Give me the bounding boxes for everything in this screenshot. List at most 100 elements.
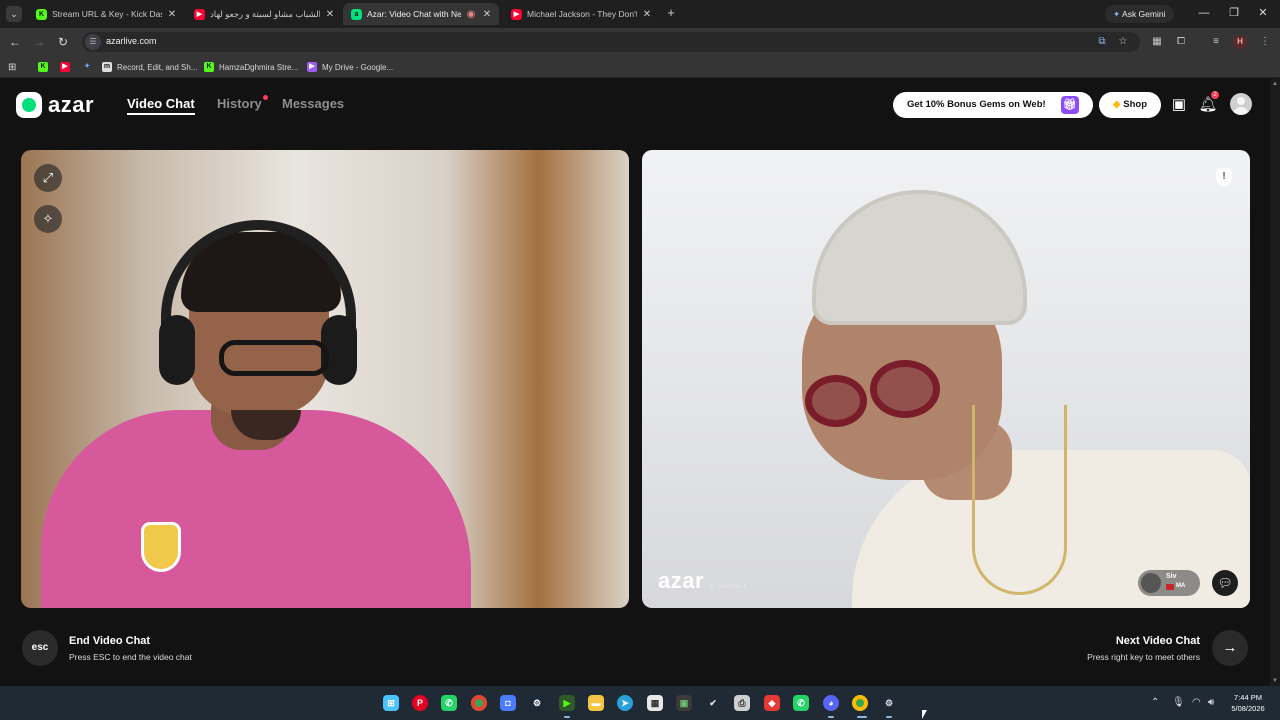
partner-sunglasses-right — [870, 360, 940, 418]
reading-list-icon[interactable]: ≡ — [1209, 35, 1223, 49]
bookmark-youtube[interactable]: ▶ — [60, 60, 75, 74]
steam-icon[interactable]: ⚙ — [529, 695, 545, 711]
pinterest-icon[interactable]: P — [412, 695, 428, 711]
scroll-down-icon[interactable]: ▼ — [1271, 678, 1279, 684]
file-explorer-icon[interactable]: ▬ — [588, 695, 604, 711]
url-text[interactable]: azarlive.com — [106, 36, 157, 46]
minimize-icon[interactable]: — — [1197, 6, 1211, 20]
tab-kick-dashboard[interactable]: K Stream URL & Key - Kick Dashb ✕ — [28, 3, 184, 25]
promo-label: Get 10% Bonus Gems on Web! — [907, 99, 1046, 110]
chrome-profile-icon[interactable] — [852, 695, 868, 711]
close-tab-icon[interactable]: ✕ — [324, 9, 336, 20]
bookmark-record-edit[interactable]: m Record, Edit, and Sh... — [102, 60, 198, 74]
windows-start-icon[interactable]: ⊞ — [383, 695, 399, 711]
magic-wand-effects-icon[interactable]: ✧ — [34, 205, 62, 233]
url-bar[interactable]: ☰ azarlive.com ⧉ ☆ — [82, 32, 1140, 52]
partner-country: MA — [1176, 583, 1186, 589]
chrome-icon[interactable] — [471, 695, 487, 711]
tab-azar[interactable]: a Azar: Video Chat with New ◉ ✕ — [343, 3, 499, 25]
kick-icon: K — [204, 62, 214, 72]
recording-icon: ◉ — [466, 8, 476, 20]
ask-gemini-button[interactable]: ✦ Ask Gemini — [1105, 5, 1174, 23]
close-tab-icon[interactable]: ✕ — [641, 9, 653, 20]
whatsapp-business-icon[interactable]: ✆ — [793, 695, 809, 711]
bookmark-sparkle[interactable]: ✦ — [82, 60, 97, 74]
end-chat-esc-button[interactable]: esc — [22, 630, 58, 666]
close-window-icon[interactable]: ✕ — [1256, 6, 1270, 20]
microphone-icon[interactable]: 🎙︎ — [1172, 697, 1185, 708]
bonus-gems-promo-button[interactable]: Get 10% Bonus Gems on Web! 🎁︎ — [893, 92, 1093, 118]
profile-avatar-icon[interactable]: H — [1233, 35, 1247, 49]
restore-icon[interactable]: ❐ — [1227, 6, 1241, 20]
running-indicator — [857, 716, 867, 718]
gem-icon: ◆ — [1112, 99, 1121, 110]
settings-gear-icon[interactable]: ⚙ — [881, 695, 897, 711]
report-shield-icon[interactable]: ! — [1216, 168, 1232, 186]
nav-history[interactable]: History — [217, 95, 268, 111]
mouse-cursor — [922, 710, 927, 719]
close-tab-icon[interactable]: ✕ — [166, 9, 178, 20]
partner-name: Siv — [1166, 573, 1177, 580]
extension-grid-icon[interactable]: ▦ — [1150, 35, 1164, 49]
nav-messages[interactable]: Messages — [282, 96, 344, 111]
reload-icon[interactable]: ↻ — [56, 35, 70, 49]
morocco-flag-icon — [1166, 584, 1174, 590]
back-icon[interactable]: ← — [8, 35, 22, 49]
azar-logo[interactable]: azar — [16, 92, 94, 118]
gemini-icon: ✦ — [1113, 9, 1121, 19]
youtube-icon: ▶ — [511, 8, 522, 20]
forward-icon[interactable]: → — [32, 35, 46, 49]
translate-icon[interactable]: ⧉ — [1095, 35, 1109, 49]
store-icon[interactable]: ▦ — [647, 695, 663, 711]
app-icon[interactable]: ◘ — [500, 695, 516, 711]
apps-grid-icon[interactable]: ⊞ — [8, 60, 16, 74]
inbox-icon[interactable]: ▣ — [1169, 95, 1189, 115]
expand-icon[interactable]: ⤢ — [34, 164, 62, 192]
chat-bubble-icon[interactable]: 💬︎ — [1212, 570, 1238, 596]
user-avatar[interactable] — [1230, 93, 1252, 115]
tab-title: Azar: Video Chat with New — [367, 9, 461, 19]
kick-icon: K — [38, 62, 48, 72]
bookmark-hamza-stream[interactable]: K HamzaDghmira Stre... — [204, 60, 298, 74]
clock-time: 7:44 PM — [1234, 693, 1262, 702]
tab-michael-jackson[interactable]: ▶ Michael Jackson - They Don't C ✕ — [503, 3, 659, 25]
partner-cap — [812, 190, 1027, 325]
wifi-icon[interactable]: ◠ — [1192, 697, 1201, 708]
terminal-icon[interactable]: ▶ — [559, 695, 575, 711]
checkmark-icon[interactable]: ✔ — [705, 695, 721, 711]
bookmark-star-icon[interactable]: ☆ — [1116, 35, 1130, 49]
telegram-icon[interactable]: ➤ — [617, 695, 633, 711]
scroll-up-icon[interactable]: ▲ — [1271, 81, 1279, 87]
bookmark-my-drive[interactable]: ▶ My Drive - Google... — [307, 60, 393, 74]
bookmarks-bar: ⊞ K ▶ ✦ m Record, Edit, and Sh... K Hamz… — [0, 56, 1280, 78]
end-chat-title: End Video Chat — [69, 635, 151, 647]
whatsapp-icon[interactable]: ✆ — [441, 695, 457, 711]
partner-profile-chip[interactable]: Siv MA — [1138, 570, 1200, 596]
printer-icon[interactable]: ⎙ — [734, 695, 750, 711]
discord-icon[interactable]: ◕ — [823, 695, 839, 711]
tab-search-chevron-icon[interactable]: ⌄ — [6, 6, 22, 22]
bookmark-label: Record, Edit, and Sh... — [117, 62, 198, 72]
tray-chevron-icon[interactable]: ⌃ — [1151, 697, 1159, 708]
partner-sunglasses-left — [805, 375, 867, 427]
obs-icon[interactable]: ▣ — [676, 695, 692, 711]
tab-youtube-video[interactable]: ▶ الشباب مشاو لسبتة و رجعو لهاد ✕ — [186, 3, 342, 25]
tab-title: الشباب مشاو لسبتة و رجعو لهاد — [210, 8, 320, 19]
taskbar-clock[interactable]: 7:44 PM 5/08/2026 — [1226, 692, 1270, 714]
next-chat-arrow-button[interactable]: → — [1212, 630, 1248, 666]
anydesk-icon[interactable]: ◆ — [764, 695, 780, 711]
partner-video-feed: ! azar V-LDdR9SC1 Siv MA 💬︎ — [642, 150, 1250, 608]
azar-page: azar Video Chat History Messages Get 10%… — [0, 79, 1270, 686]
page-scrollbar[interactable]: ▲ ▼ — [1270, 79, 1280, 686]
azar-watermark: azar V-LDdR9SC1 — [658, 568, 746, 594]
menu-kebab-icon[interactable]: ⋮ — [1258, 35, 1272, 49]
close-tab-icon[interactable]: ✕ — [481, 9, 493, 20]
new-tab-icon[interactable]: + — [664, 6, 678, 20]
nav-video-chat[interactable]: Video Chat — [127, 96, 195, 115]
volume-icon[interactable]: 🔊︎ — [1208, 697, 1214, 708]
bookmark-kick[interactable]: K — [38, 60, 53, 74]
shop-button[interactable]: ◆ Shop — [1099, 92, 1161, 118]
site-info-icon[interactable]: ☰ — [85, 34, 101, 50]
end-chat-hint: Press ESC to end the video chat — [69, 652, 192, 662]
extensions-puzzle-icon[interactable]: ⧠ — [1174, 35, 1188, 49]
